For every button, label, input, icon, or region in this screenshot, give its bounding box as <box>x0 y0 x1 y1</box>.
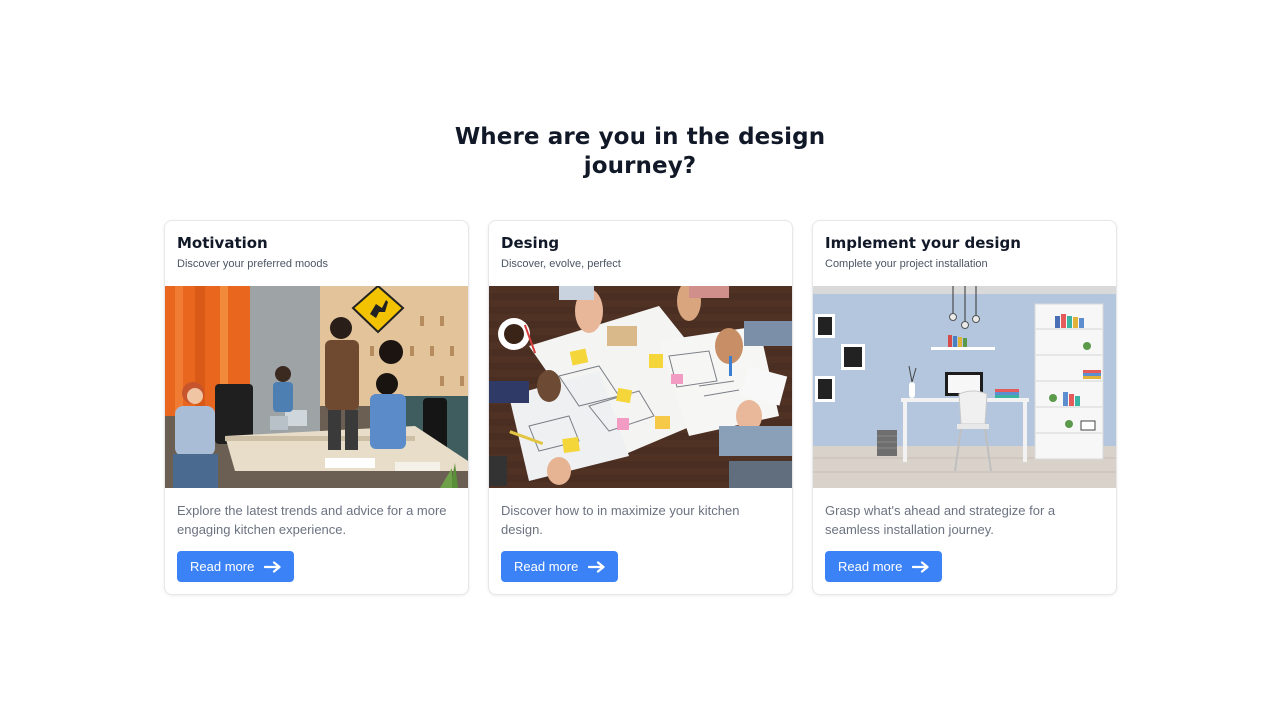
card-title: Implement your design <box>825 234 1021 252</box>
arrow-right-icon <box>912 560 930 573</box>
card-description: Discover how to in maximize your kitchen… <box>501 503 740 537</box>
section-heading-line-1: Where are you in the design <box>454 124 826 150</box>
read-more-label: Read more <box>514 559 579 574</box>
card-description: Explore the latest trends and advice for… <box>177 503 447 537</box>
card-desing: Desing Discover, evolve, perfect Discove… <box>488 220 793 595</box>
read-more-button[interactable]: Read more <box>177 551 294 582</box>
journey-cards: Motivation Discover your preferred moods <box>164 220 1117 595</box>
hands-over-design-sketches-photo <box>489 286 792 488</box>
read-more-button[interactable]: Read more <box>825 551 942 582</box>
card-title: Motivation <box>177 234 268 252</box>
minimal-home-office-interior-photo <box>813 286 1116 488</box>
read-more-label: Read more <box>190 559 255 574</box>
arrow-right-icon <box>588 560 606 573</box>
read-more-button[interactable]: Read more <box>501 551 618 582</box>
design-journey-section: Where are you in the design journey? Mot… <box>0 0 1280 720</box>
office-team-meeting-photo <box>165 286 468 488</box>
section-heading-line-2: journey? <box>583 153 697 179</box>
read-more-label: Read more <box>838 559 903 574</box>
card-implement-your-design: Implement your design Complete your proj… <box>812 220 1117 595</box>
card-subtitle: Discover your preferred moods <box>177 258 329 270</box>
card-subtitle: Complete your project installation <box>825 258 988 270</box>
card-description: Grasp what's ahead and strategize for a … <box>825 503 1056 537</box>
section-heading: Where are you in the design journey? <box>0 123 1280 181</box>
card-motivation: Motivation Discover your preferred moods <box>164 220 469 595</box>
card-subtitle: Discover, evolve, perfect <box>501 258 621 270</box>
arrow-right-icon <box>264 560 282 573</box>
card-title: Desing <box>501 234 560 252</box>
